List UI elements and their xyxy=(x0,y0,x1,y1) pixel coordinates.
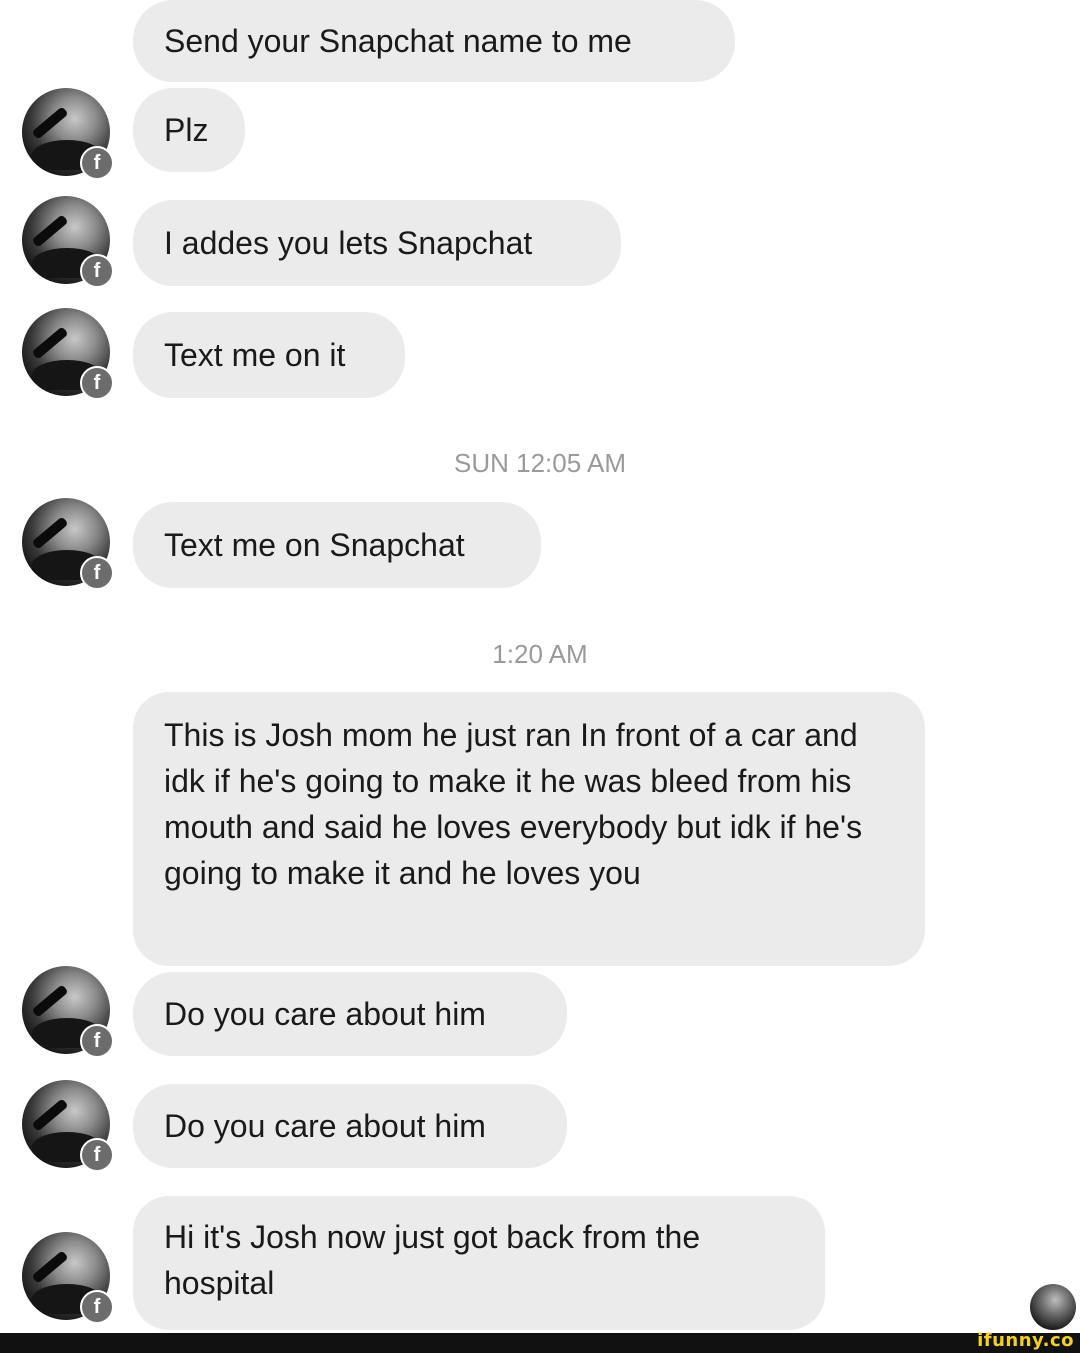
facebook-badge-icon: f xyxy=(80,1024,114,1058)
message-text: Text me on it xyxy=(164,337,346,373)
message-text: This is Josh mom he just ran In front of… xyxy=(164,717,863,891)
facebook-badge-icon: f xyxy=(80,1290,114,1324)
message-text: Do you care about him xyxy=(164,1108,486,1144)
sender-avatar[interactable]: f xyxy=(22,88,114,180)
facebook-badge-icon: f xyxy=(80,556,114,590)
message-thread: Send your Snapchat name to me f Plz f I … xyxy=(0,0,1080,1333)
message-bubble[interactable]: Hi it's Josh now just got back from the … xyxy=(133,1196,825,1330)
sender-avatar[interactable]: f xyxy=(22,966,114,1058)
message-bubble[interactable]: I addes you lets Snapchat xyxy=(133,200,621,286)
message-text: Plz xyxy=(164,112,209,148)
facebook-badge-icon: f xyxy=(80,366,114,400)
sender-avatar[interactable]: f xyxy=(22,308,114,400)
message-bubble[interactable]: Text me on Snapchat xyxy=(133,502,541,588)
message-bubble[interactable]: Do you care about him xyxy=(133,1084,567,1168)
sender-avatar[interactable]: f xyxy=(22,498,114,590)
timestamp: 1:20 AM xyxy=(492,639,588,669)
message-text: Text me on Snapchat xyxy=(164,527,465,563)
facebook-badge-icon: f xyxy=(80,146,114,180)
message-bubble[interactable]: Do you care about him xyxy=(133,972,567,1056)
sender-avatar[interactable]: f xyxy=(22,1232,114,1324)
facebook-badge-icon: f xyxy=(80,1138,114,1172)
message-bubble[interactable]: This is Josh mom he just ran In front of… xyxy=(133,692,925,966)
message-bubble[interactable]: Plz xyxy=(133,88,245,172)
seen-indicator-icon xyxy=(1030,1284,1076,1330)
sender-avatar[interactable]: f xyxy=(22,1080,114,1172)
facebook-badge-icon: f xyxy=(80,254,114,288)
ifunny-watermark: ifunny.co xyxy=(977,1330,1074,1351)
message-text: Send your Snapchat name to me xyxy=(164,23,632,59)
message-bubble[interactable]: Send your Snapchat name to me xyxy=(133,0,735,82)
message-text: Do you care about him xyxy=(164,996,486,1032)
sender-avatar[interactable]: f xyxy=(22,196,114,288)
message-text: I addes you lets Snapchat xyxy=(164,225,533,261)
message-bubble[interactable]: Text me on it xyxy=(133,312,405,398)
watermark-bar xyxy=(0,1333,1080,1353)
timestamp: SUN 12:05 AM xyxy=(454,448,626,478)
message-text: Hi it's Josh now just got back from the … xyxy=(164,1219,701,1301)
